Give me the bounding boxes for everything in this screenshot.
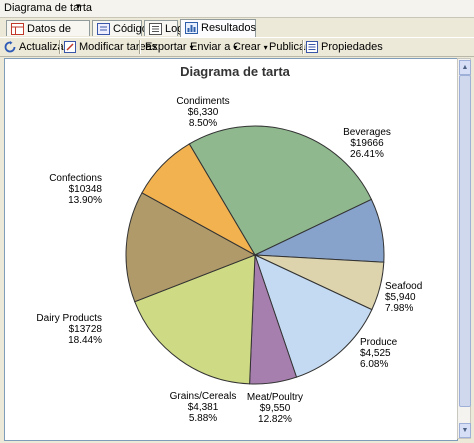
export-button[interactable]: Exportar ▾ — [145, 40, 194, 54]
slice-label-percent-beverages: 26.41% — [350, 149, 384, 160]
toolbar-separator — [139, 40, 141, 54]
chevron-down-icon: ▾ — [263, 43, 268, 52]
slice-label-percent-seafood: 7.98% — [385, 303, 413, 314]
slice-label-percent-meat: 12.82% — [258, 414, 292, 425]
export-label: Exportar — [145, 41, 187, 53]
properties-label: Propiedades — [321, 41, 383, 53]
slice-label-percent-confections: 13.90% — [68, 195, 102, 206]
slice-label-value-confections: $10348 — [69, 184, 103, 195]
slice-label-value-seafood: $5,940 — [385, 292, 416, 303]
properties-icon — [306, 41, 318, 53]
refresh-icon — [4, 41, 16, 53]
table-icon — [11, 23, 24, 35]
slice-label-value-condiments: $6,330 — [188, 107, 219, 118]
properties-button[interactable]: Propiedades — [306, 40, 383, 54]
refresh-button[interactable]: Actualizar — [4, 40, 67, 54]
slice-label-name-condiments: Condiments — [176, 96, 229, 107]
toolbar-separator — [59, 40, 61, 54]
tab-bar: Datos de entrada Código Log Resultados — [0, 18, 474, 51]
create-label: Crear — [233, 41, 261, 53]
slice-label-percent-produce: 6.08% — [360, 359, 388, 370]
slice-label-percent-dairy: 18.44% — [68, 335, 102, 346]
results-pane: Diagrama de tarta Beverages $19666 26.41% S… — [4, 58, 458, 441]
slice-label-percent-condiments: 8.50% — [189, 118, 217, 129]
create-button[interactable]: Crear ▾ — [233, 40, 268, 54]
chart-title: Diagrama de tarta — [180, 64, 291, 79]
vertical-scrollbar[interactable]: ▲ ▼ — [457, 58, 471, 439]
modify-icon — [64, 41, 76, 53]
scroll-up-icon[interactable]: ▲ — [459, 60, 471, 75]
slice-label-value-produce: $4,525 — [360, 348, 391, 359]
results-toolbar: Actualizar Modificar tareas Exportar ▾ E… — [0, 37, 474, 57]
scroll-down-icon[interactable]: ▼ — [459, 423, 471, 438]
tab-input-data[interactable]: Datos de entrada — [6, 20, 90, 51]
slice-label-value-beverages: $19666 — [350, 138, 384, 149]
scrollbar-thumb[interactable] — [459, 75, 471, 407]
code-icon — [97, 23, 110, 35]
send-to-label: Enviar a — [190, 41, 231, 53]
slice-label-name-meat: Meat/Poultry — [247, 392, 303, 403]
slice-label-name-confections: Confections — [49, 173, 102, 184]
slice-label-percent-grains: 5.88% — [189, 413, 217, 424]
slice-label-name-produce: Produce — [360, 337, 398, 348]
results-icon — [185, 22, 198, 34]
tab-results-label: Resultados — [201, 22, 257, 34]
slice-label-name-grains: Grains/Cereals — [170, 391, 237, 402]
tab-code-label: Código — [113, 23, 148, 35]
tab-log[interactable]: Log — [144, 20, 183, 36]
slice-label-value-dairy: $13728 — [69, 324, 103, 335]
slice-label-name-beverages: Beverages — [343, 127, 391, 138]
slice-label-value-grains: $4,381 — [188, 402, 219, 413]
title-dropdown-icon[interactable]: ▾ — [76, 1, 81, 12]
toolbar-separator — [302, 40, 304, 54]
tab-code[interactable]: Código — [92, 20, 148, 36]
slice-label-value-meat: $9,550 — [260, 403, 291, 414]
slice-label-name-seafood: Seafood — [385, 281, 422, 292]
send-to-button[interactable]: Enviar a ▾ — [190, 40, 237, 54]
log-icon — [149, 23, 162, 35]
window-titlebar: Diagrama de tarta ▾ — [0, 0, 474, 18]
tab-results[interactable]: Resultados — [180, 19, 256, 37]
slice-label-name-dairy: Dairy Products — [36, 313, 102, 324]
pie-chart: Diagrama de tarta Beverages$1966626.41% S… — [36, 64, 422, 425]
modify-tasks-button[interactable]: Modificar tareas — [64, 40, 157, 54]
